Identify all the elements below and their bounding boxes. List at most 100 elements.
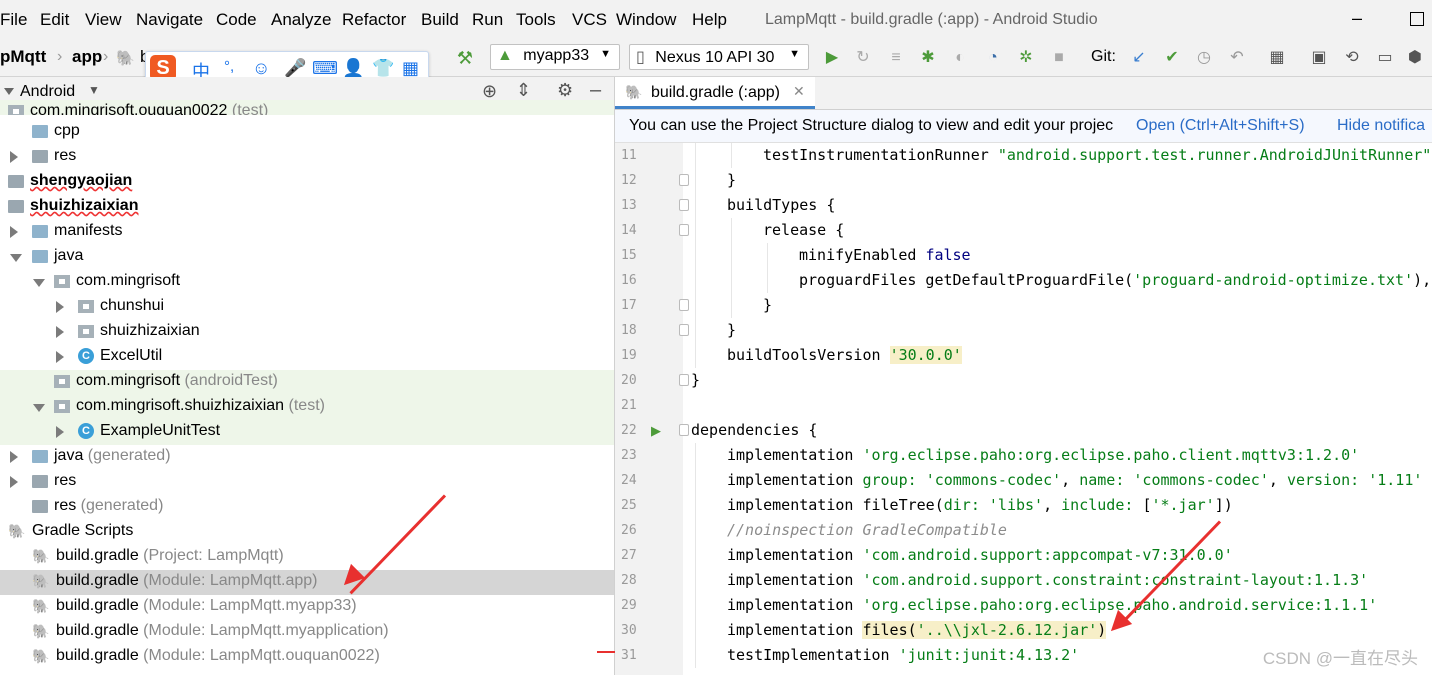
run-gutter-icon[interactable]: ▶ — [651, 423, 661, 439]
fold-marker-icon[interactable] — [679, 199, 689, 211]
stop-icon[interactable]: ■ — [1049, 48, 1069, 68]
menu-refactor[interactable]: Refactor — [342, 10, 406, 30]
tree-row[interactable]: shengyaojian — [0, 170, 614, 195]
tree-item-label: com.mingrisoft — [76, 272, 181, 289]
menu-window[interactable]: Window — [616, 10, 676, 30]
tree-row[interactable]: 🐘 build.gradle (Module: LampMqtt.myapplic… — [0, 620, 614, 645]
chevron-right-icon[interactable] — [56, 351, 64, 363]
chevron-down-icon[interactable] — [33, 404, 45, 412]
notice-hide-link[interactable]: Hide notifica — [1337, 117, 1425, 135]
tree-row[interactable]: 🐘 build.gradle (Project: LampMqtt) — [0, 545, 614, 570]
git-commit-icon[interactable]: ✔ — [1162, 48, 1182, 68]
tree-row[interactable]: res (generated) — [0, 495, 614, 520]
menu-file[interactable]: File — [0, 10, 27, 30]
menu-run[interactable]: Run — [472, 10, 503, 30]
tree-row[interactable]: cpp — [0, 120, 614, 145]
tree-row[interactable]: java — [0, 245, 614, 270]
breadcrumb-module[interactable]: app — [72, 47, 102, 67]
chevron-down-icon[interactable] — [33, 279, 45, 287]
apply-code-changes-icon[interactable]: ≡ — [886, 48, 906, 68]
fold-marker-icon[interactable] — [679, 299, 689, 311]
tree-row[interactable]: shuizhizaixian — [0, 320, 614, 345]
tree-row[interactable]: res — [0, 470, 614, 495]
ime-punctuation[interactable]: °, — [224, 58, 234, 75]
fold-marker-icon[interactable] — [679, 324, 689, 336]
tree-item-label: build.gradle — [56, 622, 139, 639]
keyboard-icon[interactable]: ⌨ — [312, 58, 338, 79]
git-history-icon[interactable]: ◷ — [1194, 48, 1214, 68]
tree-row[interactable]: chunshui — [0, 295, 614, 320]
gear-icon[interactable]: ⚙ — [557, 80, 573, 101]
fold-marker-icon[interactable] — [679, 424, 689, 436]
tree-row[interactable]: com.mingrisoft.ouquan0022 (test) — [0, 100, 614, 115]
profile-icon[interactable]: ◔ — [983, 48, 1003, 68]
attach-debugger-icon[interactable]: ✲ — [1016, 48, 1036, 68]
tree-row[interactable]: com.mingrisoft — [0, 270, 614, 295]
fold-marker-icon[interactable] — [679, 224, 689, 236]
emoji-icon[interactable]: ☺ — [252, 58, 270, 79]
menu-view[interactable]: View — [85, 10, 122, 30]
menu-edit[interactable]: Edit — [40, 10, 69, 30]
run-config-select[interactable]: ▲ myapp33 ▼ — [490, 44, 620, 70]
indent-guide — [695, 343, 696, 368]
tree-row[interactable]: java (generated) — [0, 445, 614, 470]
tree-row[interactable]: 🐘 Gradle Scripts — [0, 520, 614, 545]
menu-analyze[interactable]: Analyze — [271, 10, 331, 30]
tree-row[interactable]: 🐘 build.gradle (Module: LampMqtt.ouquan00… — [0, 645, 614, 670]
menu-navigate[interactable]: Navigate — [136, 10, 203, 30]
project-view-select[interactable]: Android — [20, 83, 75, 101]
microphone-icon[interactable]: 🎤 — [284, 58, 306, 79]
hide-panel-icon[interactable]: – — [590, 79, 601, 102]
menu-help[interactable]: Help — [692, 10, 727, 30]
tree-row[interactable]: shuizhizaixian — [0, 195, 614, 220]
gradle-sync-icon[interactable]: ⟲ — [1342, 48, 1362, 68]
tree-row[interactable]: C ExcelUtil — [0, 345, 614, 370]
folder-icon — [32, 475, 48, 488]
chevron-right-icon[interactable] — [10, 476, 18, 488]
notice-open-link[interactable]: Open (Ctrl+Alt+Shift+S) — [1136, 117, 1305, 135]
chevron-right-icon[interactable] — [10, 151, 18, 163]
git-update-icon[interactable]: ↙ — [1129, 48, 1149, 68]
tree-row[interactable]: 🐘 build.gradle (Module: LampMqtt.myapp33) — [0, 595, 614, 620]
maximize-icon[interactable] — [1410, 12, 1424, 26]
tree-row[interactable]: C ExampleUnitTest — [0, 420, 614, 445]
fold-marker-icon[interactable] — [679, 174, 689, 186]
fold-marker-icon[interactable] — [679, 374, 689, 386]
menu-vcs[interactable]: VCS — [572, 10, 607, 30]
collapse-all-icon[interactable]: ⇕ — [516, 80, 531, 101]
skin-icon[interactable]: 👕 — [372, 58, 394, 79]
menu-tools[interactable]: Tools — [516, 10, 556, 30]
minimize-icon[interactable]: – — [1352, 8, 1362, 29]
tree-row[interactable]: manifests — [0, 220, 614, 245]
chevron-right-icon[interactable] — [10, 226, 18, 238]
close-icon[interactable]: ✕ — [793, 83, 805, 100]
build-hammer-icon[interactable]: ⚒ — [455, 48, 475, 68]
chevron-down-icon[interactable]: ▼ — [88, 83, 100, 97]
breadcrumb-project[interactable]: pMqtt — [0, 47, 46, 67]
chevron-right-icon[interactable] — [56, 426, 64, 438]
chevron-down-icon[interactable] — [10, 254, 22, 262]
tree-row[interactable]: res — [0, 145, 614, 170]
apply-changes-icon[interactable]: ↻ — [853, 48, 873, 68]
chevron-right-icon[interactable] — [56, 326, 64, 338]
chevron-right-icon[interactable] — [56, 301, 64, 313]
toolbox-icon[interactable]: ▦ — [402, 58, 419, 79]
menu-code[interactable]: Code — [216, 10, 257, 30]
tab-build-gradle-app[interactable]: 🐘 build.gradle (:app) ✕ — [615, 77, 815, 109]
git-rollback-icon[interactable]: ↶ — [1227, 48, 1247, 68]
chevron-right-icon[interactable] — [10, 451, 18, 463]
tree-row[interactable]: com.mingrisoft.shuizhizaixian (test) — [0, 395, 614, 420]
sdk-icon[interactable]: ⬢ — [1405, 48, 1425, 68]
coverage-icon[interactable]: ◐ — [950, 48, 970, 68]
locate-icon[interactable]: ⊕ — [482, 81, 497, 102]
avd-manager-icon[interactable]: ▭ — [1375, 48, 1395, 68]
run-icon[interactable]: ▶ — [822, 48, 842, 68]
debug-icon[interactable]: ✱ — [918, 48, 938, 68]
device-select[interactable]: ▯ Nexus 10 API 30 ▼ — [629, 44, 809, 70]
menu-build[interactable]: Build — [421, 10, 459, 30]
tree-row[interactable]: 🐘 build.gradle (Module: LampMqtt.app) — [0, 570, 614, 595]
user-icon[interactable]: 👤 — [342, 58, 364, 79]
sdk-manager-icon[interactable]: ▣ — [1309, 48, 1329, 68]
tree-row[interactable]: com.mingrisoft (androidTest) — [0, 370, 614, 395]
project-structure-icon[interactable]: ▦ — [1267, 48, 1287, 68]
